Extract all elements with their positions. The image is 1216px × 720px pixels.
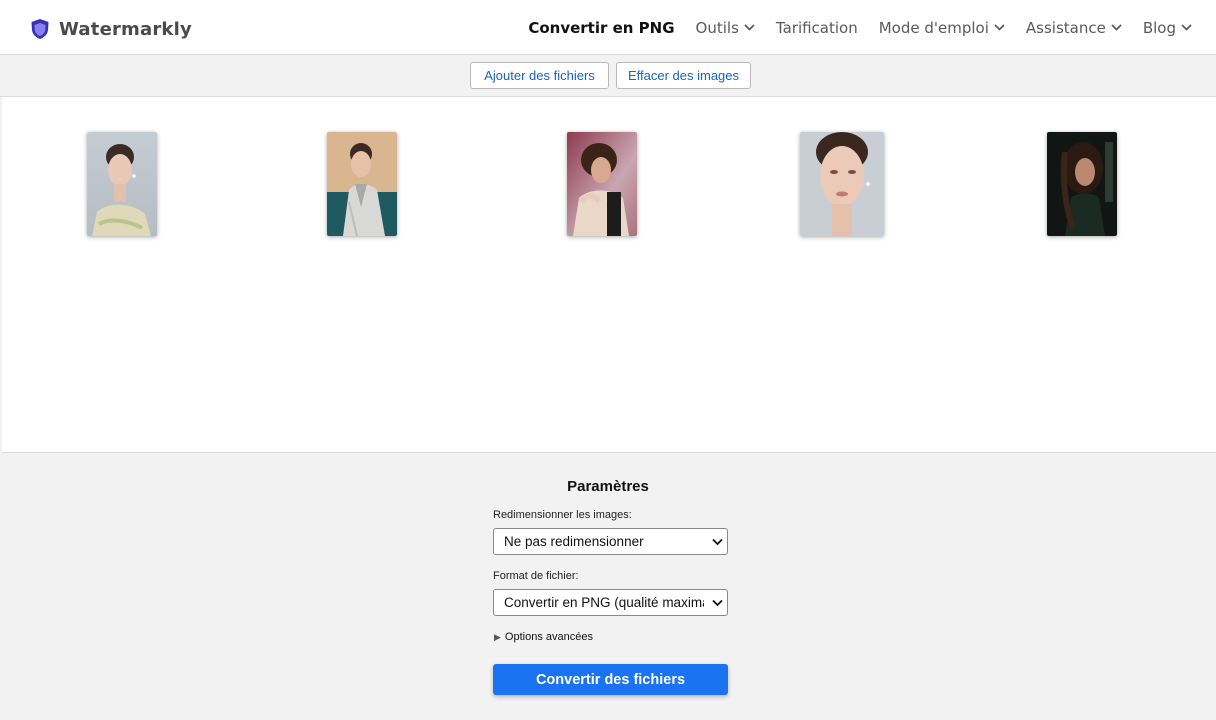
main-nav: Convertir en PNG Outils Tarification Mod… bbox=[507, 0, 1192, 55]
chevron-down-icon bbox=[994, 24, 1005, 31]
image-thumbnail[interactable] bbox=[800, 132, 884, 236]
image-thumbnail[interactable] bbox=[567, 132, 637, 236]
nav-label: Blog bbox=[1142, 18, 1176, 37]
nav-label: Tarification bbox=[775, 18, 858, 37]
brand-logo[interactable]: Watermarkly bbox=[30, 17, 192, 41]
chevron-down-icon bbox=[1111, 24, 1122, 31]
resize-select-value: Ne pas redimensionner bbox=[504, 534, 644, 549]
chevron-down-icon bbox=[712, 538, 723, 546]
triangle-right-icon: ▶ bbox=[494, 631, 501, 642]
file-toolbar: Ajouter des fichiers Effacer des images bbox=[0, 55, 1216, 97]
nav-label: Convertir en PNG bbox=[528, 18, 675, 37]
image-gallery bbox=[2, 97, 1216, 453]
resize-label: Redimensionner les images: bbox=[493, 509, 632, 521]
clear-images-button[interactable]: Effacer des images bbox=[616, 62, 751, 89]
shield-icon bbox=[31, 19, 49, 39]
advanced-options-toggle[interactable]: ▶ Options avancées bbox=[494, 631, 593, 643]
convert-files-button[interactable]: Convertir des fichiers bbox=[493, 664, 728, 695]
chevron-down-icon bbox=[744, 24, 755, 31]
nav-blog[interactable]: Blog bbox=[1143, 19, 1192, 37]
nav-howto[interactable]: Mode d'emploi bbox=[879, 19, 1005, 37]
brand-name: Watermarkly bbox=[59, 18, 192, 40]
advanced-options-label: Options avancées bbox=[504, 631, 593, 643]
top-header: Watermarkly Convertir en PNG Outils Tari… bbox=[0, 0, 1216, 55]
nav-convert-png[interactable]: Convertir en PNG bbox=[528, 19, 674, 37]
add-files-button[interactable]: Ajouter des fichiers bbox=[470, 62, 609, 89]
image-thumbnail[interactable] bbox=[327, 132, 397, 236]
nav-support[interactable]: Assistance bbox=[1026, 19, 1122, 37]
chevron-down-icon bbox=[1181, 24, 1192, 31]
chevron-down-icon bbox=[712, 599, 723, 607]
format-select[interactable]: Convertir en PNG (qualité maximale) bbox=[493, 589, 728, 616]
nav-label: Assistance bbox=[1025, 18, 1106, 37]
nav-label: Mode d'emploi bbox=[878, 18, 989, 37]
image-thumbnail[interactable] bbox=[1047, 132, 1117, 236]
settings-panel: Paramètres Redimensionner les images: Ne… bbox=[0, 454, 1216, 720]
nav-tools[interactable]: Outils bbox=[696, 19, 755, 37]
image-thumbnail[interactable] bbox=[87, 132, 157, 236]
resize-select[interactable]: Ne pas redimensionner bbox=[493, 528, 728, 555]
settings-title: Paramètres bbox=[567, 478, 649, 495]
nav-label: Outils bbox=[695, 18, 739, 37]
format-select-value: Convertir en PNG (qualité maximale) bbox=[504, 595, 704, 610]
format-label: Format de fichier: bbox=[493, 570, 579, 582]
nav-pricing[interactable]: Tarification bbox=[776, 19, 858, 37]
